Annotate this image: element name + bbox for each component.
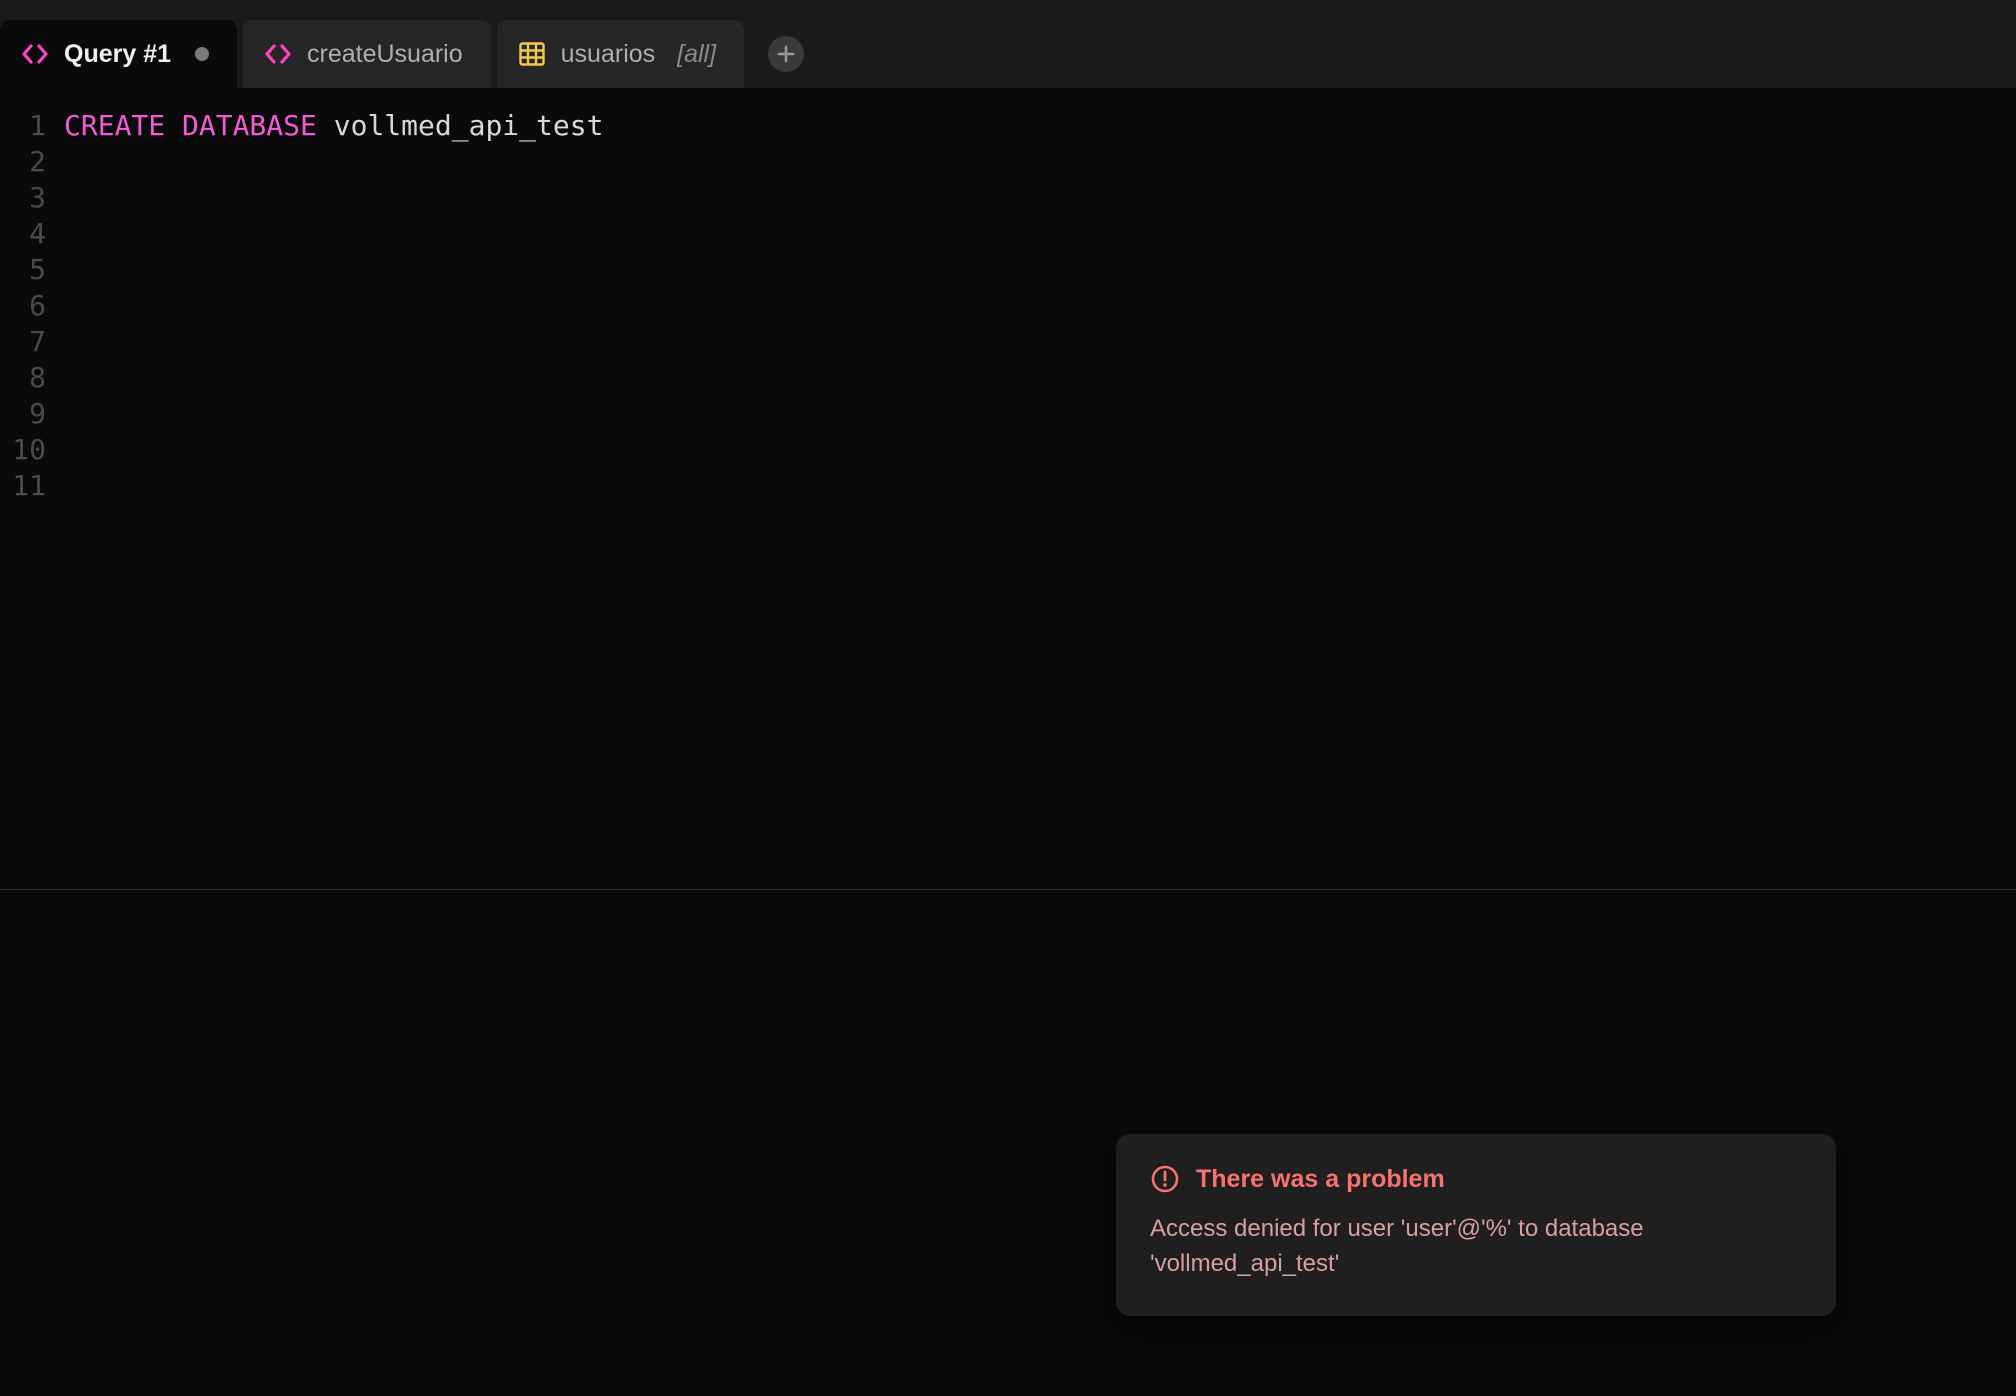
toast-message: Access denied for user 'user'@'%' to dat…: [1150, 1212, 1802, 1282]
line-number: 1: [0, 108, 46, 144]
line-number: 7: [0, 324, 46, 360]
tab-label: Query #1: [64, 40, 171, 69]
table-icon: [519, 42, 545, 66]
line-number: 10: [0, 432, 46, 468]
tab-label: usuarios: [561, 40, 656, 69]
line-gutter: 1234567891011: [0, 108, 56, 889]
tab-suffix: [all]: [677, 40, 716, 69]
alert-circle-icon: [1150, 1164, 1180, 1194]
line-number: 4: [0, 216, 46, 252]
results-panel: There was a problem Access denied for us…: [0, 890, 2016, 1396]
line-number: 8: [0, 360, 46, 396]
line-number: 3: [0, 180, 46, 216]
code-content: CREATE DATABASE vollmed_api_test: [56, 108, 603, 889]
tab-create-usuario[interactable]: createUsuario: [243, 20, 491, 88]
line-number: 9: [0, 396, 46, 432]
error-toast: There was a problem Access denied for us…: [1116, 1134, 1836, 1316]
tab-bar: Query #1 createUsuario: [0, 0, 2016, 88]
sql-keyword: CREATE DATABASE: [64, 109, 317, 142]
line-number: 5: [0, 252, 46, 288]
toast-title: There was a problem: [1196, 1165, 1445, 1194]
sql-editor[interactable]: 1234567891011 CREATE DATABASE vollmed_ap…: [0, 88, 2016, 890]
tab-label: createUsuario: [307, 40, 463, 69]
dirty-indicator-icon: [195, 47, 209, 61]
code-icon: [265, 44, 291, 64]
line-number: 6: [0, 288, 46, 324]
add-tab-button[interactable]: [768, 36, 804, 72]
tab-query-1[interactable]: Query #1: [0, 20, 237, 88]
sql-identifier: vollmed_api_test: [334, 109, 604, 142]
line-number: 2: [0, 144, 46, 180]
line-number: 11: [0, 468, 46, 504]
tab-usuarios[interactable]: usuarios [all]: [497, 20, 744, 88]
code-icon: [22, 44, 48, 64]
